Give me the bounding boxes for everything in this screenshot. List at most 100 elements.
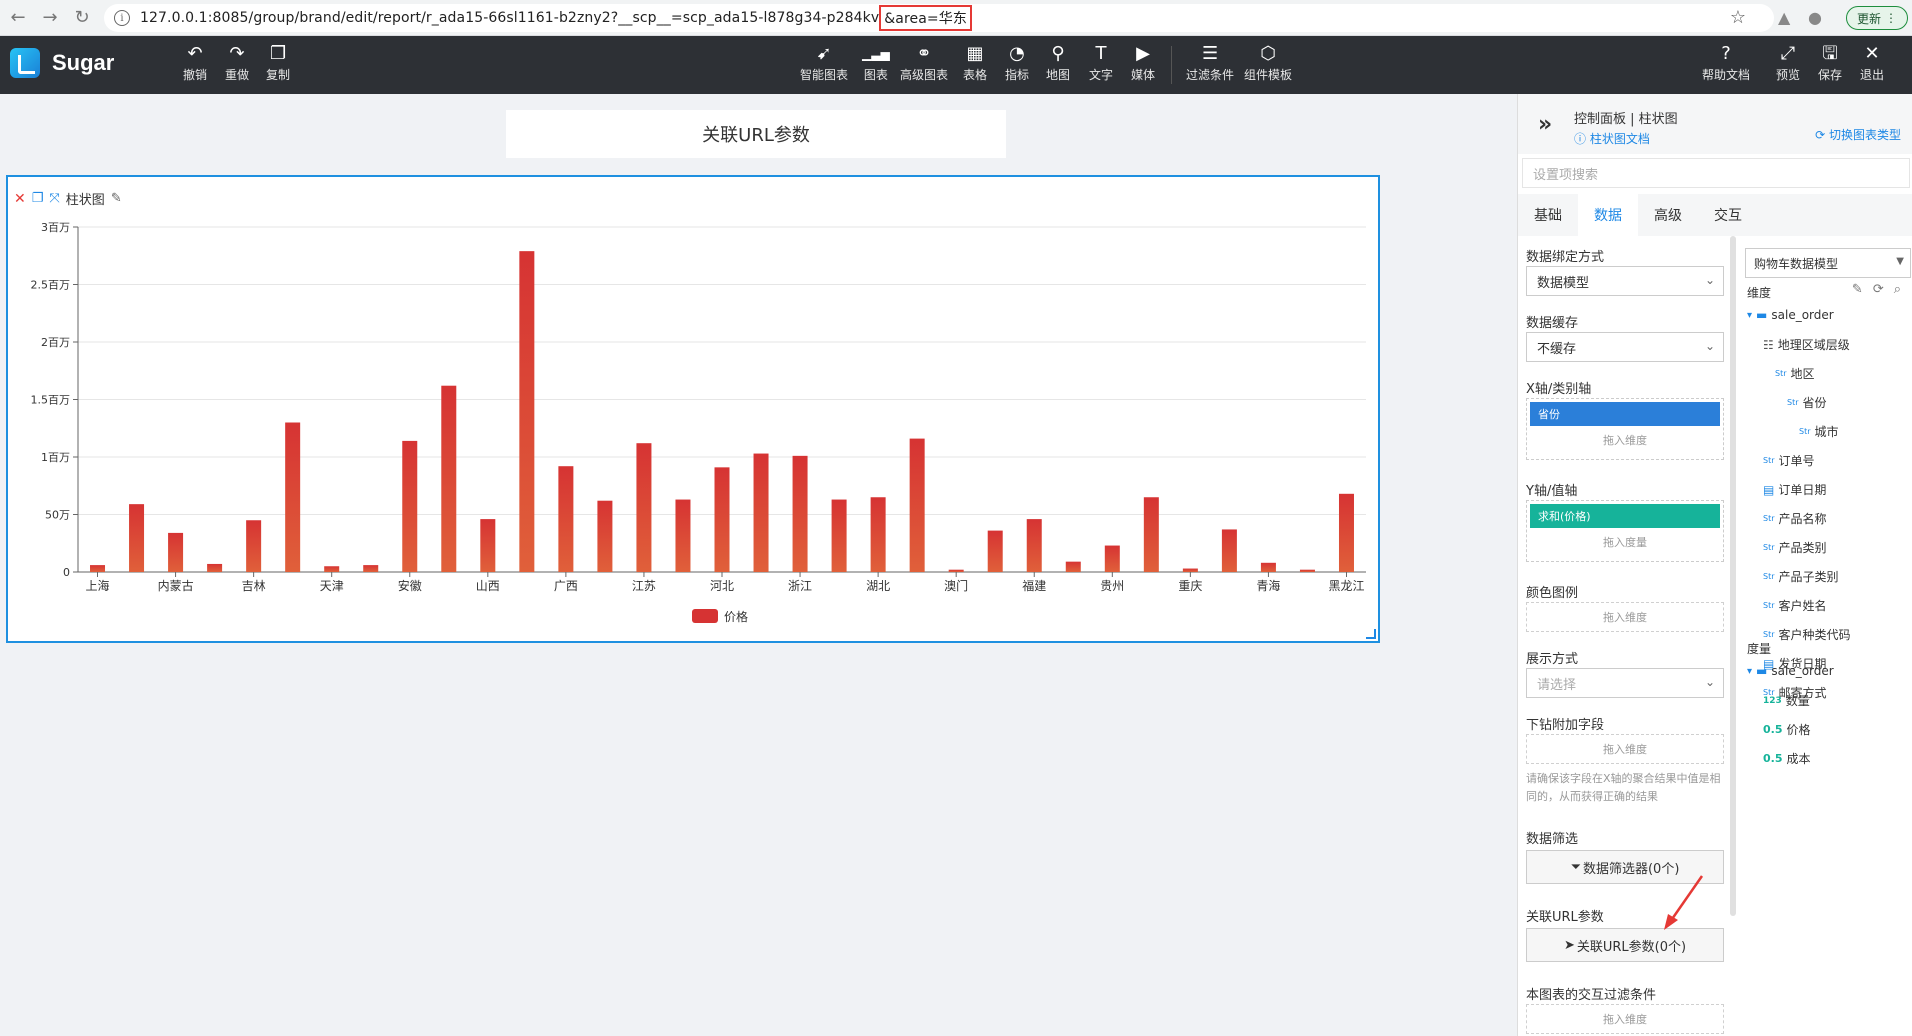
- display-select[interactable]: 请选择 ⌄: [1526, 668, 1724, 698]
- caret-down-icon: ▼: [1896, 256, 1904, 267]
- string-type-icon: Str: [1763, 456, 1775, 465]
- string-type-icon: Str: [1763, 601, 1775, 610]
- tool-label: 保存: [1818, 68, 1843, 82]
- x-tick-label: 安徽: [398, 578, 422, 593]
- search-icon[interactable]: ⌕: [1894, 282, 1901, 297]
- dimension-field[interactable]: Str 客户姓名: [1763, 597, 1827, 614]
- help-icon: ?: [1721, 43, 1731, 64]
- dimension-field[interactable]: Str 产品名称: [1763, 510, 1827, 527]
- string-type-icon: Str: [1763, 514, 1775, 523]
- tool-save-button[interactable]: 🖫 保存: [1818, 42, 1842, 83]
- measure-field[interactable]: 123 数量: [1763, 692, 1810, 709]
- dimension-field[interactable]: Str 省份: [1787, 394, 1827, 411]
- measure-group[interactable]: ▾ ▬ sale_order: [1747, 664, 1834, 678]
- text-icon: T: [1095, 43, 1107, 64]
- tab-advanced[interactable]: 高级: [1638, 194, 1698, 236]
- chevron-down-icon: ⌄: [1704, 339, 1715, 353]
- chart-card[interactable]: ✕ ❐ ⤧ 柱状图 ✎ 0 50万 1百万 1.5百万 2百万 2.5百万 3百万 上海 内蒙古…: [6, 175, 1380, 643]
- tool-copy-button[interactable]: ❐ 复制: [266, 42, 290, 83]
- bar: [1299, 569, 1315, 572]
- tool-preview-button[interactable]: ⤢ 预览: [1776, 42, 1800, 83]
- binding-select[interactable]: 数据模型 ⌄: [1526, 266, 1724, 296]
- dimension-field[interactable]: Str 产品子类别: [1763, 568, 1839, 585]
- delete-icon[interactable]: ✕: [14, 191, 26, 207]
- dimension-field[interactable]: ▤ 订单日期: [1763, 481, 1826, 498]
- dimension-field-label: 产品名称: [1778, 512, 1827, 526]
- tool-component-template-button[interactable]: ⬡ 组件模板: [1244, 42, 1292, 83]
- tool-redo-button[interactable]: ↷ 重做: [225, 42, 249, 83]
- duplicate-icon[interactable]: ❐: [32, 191, 44, 206]
- app-toolbar: Sugar ↶ 撤销 ↷ 重做 ❐ 复制 ➹ 智能图表 ▁▃▅ 图表 ⚭ 高级图表 ▦ 表格 ◔ 指标 ⚲ 地图…: [0, 36, 1912, 94]
- back-icon[interactable]: ←: [4, 4, 32, 32]
- tab-data[interactable]: 数据: [1578, 194, 1638, 236]
- url-param-label: 关联URL参数: [1526, 910, 1604, 925]
- tool-text-button[interactable]: T 文字: [1089, 42, 1113, 83]
- string-type-icon: Str: [1763, 572, 1775, 581]
- string-type-icon: Str: [1763, 630, 1775, 639]
- data-model-select[interactable]: 购物车数据模型 ▼: [1745, 248, 1911, 278]
- decimal-type-icon: 0.5: [1763, 723, 1783, 736]
- measure-field[interactable]: 0.5 成本: [1763, 750, 1811, 767]
- tool-gauge-button[interactable]: ◔ 指标: [1005, 42, 1029, 83]
- switch-chart-type-link[interactable]: ⟳ 切换图表类型: [1815, 126, 1901, 143]
- settings-search-input[interactable]: 设置项搜索: [1522, 158, 1910, 188]
- browser-bar: ← → ↻ i 127.0.0.1:8085/group/brand/edit/…: [0, 0, 1912, 36]
- dimension-field[interactable]: Str 订单号: [1763, 452, 1815, 469]
- edit-icon[interactable]: ✎: [1852, 282, 1863, 297]
- dimension-field-label: 产品子类别: [1778, 570, 1839, 584]
- bar-chart: 0 50万 1百万 1.5百万 2百万 2.5百万 3百万上海 内蒙古 吉林 天津 安徽 山西 广西 江苏…: [31, 221, 1366, 624]
- tool-smart-chart-button[interactable]: ➹ 智能图表: [800, 42, 848, 83]
- dimension-field[interactable]: Str 客户种类代码: [1763, 626, 1851, 643]
- extension-icon[interactable]: ▲: [1778, 8, 1790, 27]
- dimension-field[interactable]: Str 城市: [1799, 423, 1839, 440]
- tool-map-button[interactable]: ⚲ 地图: [1046, 42, 1070, 83]
- yaxis-field-pill[interactable]: 求和(价格): [1530, 504, 1720, 528]
- report-title[interactable]: 关联URL参数: [506, 110, 1006, 158]
- dimension-group[interactable]: ▾ ▬ sale_order: [1747, 308, 1834, 322]
- update-button[interactable]: 更新 ⋮: [1846, 6, 1908, 30]
- tool-media-button[interactable]: ▶ 媒体: [1131, 42, 1155, 83]
- resize-handle[interactable]: [1366, 629, 1376, 639]
- tool-chart-button[interactable]: ▁▃▅ 图表: [862, 42, 890, 83]
- edit-pencil-icon[interactable]: ✎: [111, 191, 122, 206]
- config-scrollbar[interactable]: [1730, 236, 1736, 916]
- dimension-field[interactable]: ☷ 地理区域层级: [1763, 336, 1850, 353]
- dimension-field[interactable]: Str 地区: [1775, 365, 1815, 382]
- bar: [246, 520, 262, 572]
- tool-table-button[interactable]: ▦ 表格: [963, 42, 987, 83]
- tool-exit-button[interactable]: ✕ 退出: [1860, 42, 1884, 83]
- tool-help-button[interactable]: ? 帮助文档: [1702, 42, 1750, 83]
- x-tick-label: 广西: [554, 579, 578, 593]
- collapse-panel-icon[interactable]: ››: [1538, 112, 1552, 137]
- url-param-button[interactable]: ➤ 关联URL参数(0个): [1526, 928, 1724, 962]
- smart-chart-icon: ➹: [816, 43, 832, 64]
- cache-select[interactable]: 不缓存 ⌄: [1526, 332, 1724, 362]
- profile-icon[interactable]: ●: [1808, 8, 1822, 27]
- fullscreen-icon[interactable]: ⤧: [49, 191, 59, 206]
- color-legend-label: 颜色图例: [1526, 586, 1579, 601]
- xaxis-field-pill[interactable]: 省份: [1530, 402, 1720, 426]
- x-tick-label: 福建: [1022, 578, 1046, 593]
- tool-filter-condition-button[interactable]: ☰ 过滤条件: [1186, 42, 1234, 83]
- measure-field[interactable]: 0.5 价格: [1763, 721, 1811, 738]
- reload-icon[interactable]: ↻: [68, 4, 96, 32]
- tab-basic[interactable]: 基础: [1518, 194, 1578, 236]
- color-legend-dropzone[interactable]: 拖入维度: [1526, 602, 1724, 632]
- tool-advanced-chart-button[interactable]: ⚭ 高级图表: [900, 42, 948, 83]
- doc-link[interactable]: ⓘ 柱状图文档: [1574, 130, 1650, 147]
- drill-dropzone[interactable]: 拖入维度: [1526, 734, 1724, 764]
- x-tick-label: 上海: [86, 578, 110, 593]
- tab-interaction[interactable]: 交互: [1698, 194, 1758, 236]
- forward-icon[interactable]: →: [36, 4, 64, 32]
- dimension-field[interactable]: Str 产品类别: [1763, 539, 1827, 556]
- bar: [636, 443, 652, 572]
- bar: [792, 455, 808, 572]
- interaction-dropzone[interactable]: 拖入维度: [1526, 1004, 1724, 1034]
- refresh-icon[interactable]: ⟳: [1873, 282, 1884, 297]
- address-bar[interactable]: i 127.0.0.1:8085/group/brand/edit/report…: [104, 4, 1774, 32]
- tool-undo-button[interactable]: ↶ 撤销: [183, 42, 207, 83]
- string-type-icon: Str: [1787, 398, 1799, 407]
- bar: [1260, 562, 1276, 572]
- site-info-icon[interactable]: i: [114, 10, 130, 26]
- bookmark-star-icon[interactable]: ☆: [1730, 7, 1746, 28]
